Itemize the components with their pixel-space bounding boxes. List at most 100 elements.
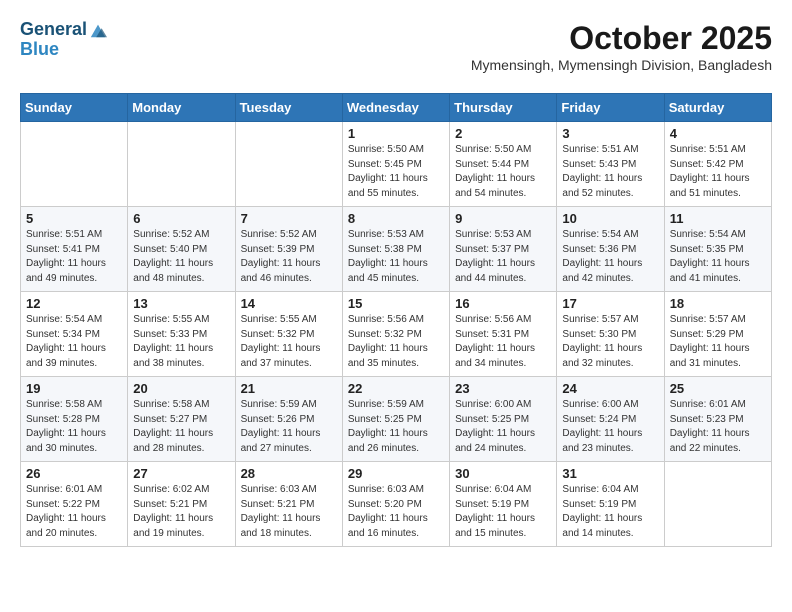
weekday-header-sunday: Sunday: [21, 94, 128, 122]
day-number: 13: [133, 296, 229, 311]
day-info: Sunrise: 6:00 AMSunset: 5:24 PMDaylight:…: [562, 398, 658, 456]
calendar-cell: 18Sunrise: 5:57 AMSunset: 5:29 PMDayligh…: [664, 292, 771, 377]
calendar-cell: 27 Sunrise: 6:02 AMSunset: 5:21 PMDayligh…: [128, 462, 235, 547]
calendar-cell: [21, 122, 128, 207]
day-number: 9: [455, 211, 551, 226]
day-number: 24: [562, 381, 658, 396]
calendar-cell: 10 Sunrise: 5:54 AMSunset: 5:36 PMDayligh…: [557, 207, 664, 292]
day-number: 28: [241, 466, 337, 481]
day-info: Sunrise: 5:56 AMSunset: 5:31 PMDaylight:…: [455, 313, 551, 371]
day-number: 25: [670, 381, 766, 396]
day-number: 26: [26, 466, 122, 481]
calendar-cell: [235, 122, 342, 207]
calendar-cell: 16 Sunrise: 5:56 AMSunset: 5:31 PMDayligh…: [450, 292, 557, 377]
day-info: Sunrise: 5:53 AMSunset: 5:37 PMDaylight:…: [455, 228, 551, 286]
calendar-cell: 12 Sunrise: 5:54 AMSunset: 5:34 PMDayligh…: [21, 292, 128, 377]
logo-general: General: [20, 20, 87, 40]
day-number: 4: [670, 126, 766, 141]
calendar-cell: 1 Sunrise: 5:50 AMSunset: 5:45 PMDaylight…: [342, 122, 449, 207]
day-number: 1: [348, 126, 444, 141]
calendar-cell: 19 Sunrise: 5:58 AMSunset: 5:28 PMDayligh…: [21, 377, 128, 462]
day-number: 12: [26, 296, 122, 311]
day-number: 5: [26, 211, 122, 226]
day-number: 19: [26, 381, 122, 396]
day-info: Sunrise: 6:03 AMSunset: 5:20 PMDaylight:…: [348, 483, 444, 541]
day-info: Sunrise: 5:56 AMSunset: 5:32 PMDaylight:…: [348, 313, 444, 371]
day-number: 8: [348, 211, 444, 226]
calendar-cell: 14Sunrise: 5:55 AMSunset: 5:32 PMDayligh…: [235, 292, 342, 377]
day-info: Sunrise: 5:55 AMSunset: 5:32 PMDaylight:…: [241, 313, 337, 371]
calendar-cell: 4Sunrise: 5:51 AMSunset: 5:42 PMDaylight…: [664, 122, 771, 207]
day-info: Sunrise: 6:01 AMSunset: 5:22 PMDaylight:…: [26, 483, 122, 541]
calendar-cell: 30 Sunrise: 6:04 AMSunset: 5:19 PMDayligh…: [450, 462, 557, 547]
day-number: 20: [133, 381, 229, 396]
calendar-cell: [664, 462, 771, 547]
weekday-header-wednesday: Wednesday: [342, 94, 449, 122]
day-info: Sunrise: 5:54 AMSunset: 5:35 PMDaylight:…: [670, 228, 766, 286]
day-info: Sunrise: 6:02 AMSunset: 5:21 PMDaylight:…: [133, 483, 229, 541]
week-row-2: 5Sunrise: 5:51 AMSunset: 5:41 PMDaylight…: [21, 207, 772, 292]
calendar-table: SundayMondayTuesdayWednesdayThursdayFrid…: [20, 93, 772, 547]
day-info: Sunrise: 5:58 AMSunset: 5:28 PMDaylight:…: [26, 398, 122, 456]
day-info: Sunrise: 5:57 AMSunset: 5:30 PMDaylight:…: [562, 313, 658, 371]
calendar-cell: 28 Sunrise: 6:03 AMSunset: 5:21 PMDayligh…: [235, 462, 342, 547]
day-info: Sunrise: 5:54 AMSunset: 5:36 PMDaylight:…: [562, 228, 658, 286]
calendar-cell: [128, 122, 235, 207]
week-row-4: 19 Sunrise: 5:58 AMSunset: 5:28 PMDayligh…: [21, 377, 772, 462]
calendar-cell: 8 Sunrise: 5:53 AMSunset: 5:38 PMDaylight…: [342, 207, 449, 292]
day-info: Sunrise: 5:52 AMSunset: 5:39 PMDaylight:…: [241, 228, 337, 286]
day-info: Sunrise: 6:04 AMSunset: 5:19 PMDaylight:…: [562, 483, 658, 541]
weekday-header-tuesday: Tuesday: [235, 94, 342, 122]
calendar-subtitle: Mymensingh, Mymensingh Division, Banglad…: [471, 57, 772, 73]
day-number: 17: [562, 296, 658, 311]
day-number: 15: [348, 296, 444, 311]
calendar-cell: 2Sunrise: 5:50 AMSunset: 5:44 PMDaylight…: [450, 122, 557, 207]
day-number: 6: [133, 211, 229, 226]
day-info: Sunrise: 5:55 AMSunset: 5:33 PMDaylight:…: [133, 313, 229, 371]
calendar-cell: 23Sunrise: 6:00 AMSunset: 5:25 PMDayligh…: [450, 377, 557, 462]
calendar-cell: 17 Sunrise: 5:57 AMSunset: 5:30 PMDayligh…: [557, 292, 664, 377]
calendar-cell: 11Sunrise: 5:54 AMSunset: 5:35 PMDayligh…: [664, 207, 771, 292]
day-info: Sunrise: 6:04 AMSunset: 5:19 PMDaylight:…: [455, 483, 551, 541]
day-info: Sunrise: 5:50 AMSunset: 5:45 PMDaylight:…: [348, 143, 444, 201]
day-number: 29: [348, 466, 444, 481]
calendar-cell: 21Sunrise: 5:59 AMSunset: 5:26 PMDayligh…: [235, 377, 342, 462]
calendar-cell: 25 Sunrise: 6:01 AMSunset: 5:23 PMDayligh…: [664, 377, 771, 462]
calendar-cell: 7Sunrise: 5:52 AMSunset: 5:39 PMDaylight…: [235, 207, 342, 292]
day-info: Sunrise: 5:54 AMSunset: 5:34 PMDaylight:…: [26, 313, 122, 371]
calendar-cell: 24 Sunrise: 6:00 AMSunset: 5:24 PMDayligh…: [557, 377, 664, 462]
day-info: Sunrise: 6:01 AMSunset: 5:23 PMDaylight:…: [670, 398, 766, 456]
day-info: Sunrise: 6:03 AMSunset: 5:21 PMDaylight:…: [241, 483, 337, 541]
day-number: 27: [133, 466, 229, 481]
day-info: Sunrise: 5:51 AMSunset: 5:43 PMDaylight:…: [562, 143, 658, 201]
week-row-5: 26 Sunrise: 6:01 AMSunset: 5:22 PMDayligh…: [21, 462, 772, 547]
day-number: 18: [670, 296, 766, 311]
calendar-cell: 6 Sunrise: 5:52 AMSunset: 5:40 PMDaylight…: [128, 207, 235, 292]
day-info: Sunrise: 5:59 AMSunset: 5:26 PMDaylight:…: [241, 398, 337, 456]
day-info: Sunrise: 5:53 AMSunset: 5:38 PMDaylight:…: [348, 228, 444, 286]
logo: General Blue: [20, 20, 107, 60]
day-info: Sunrise: 5:58 AMSunset: 5:27 PMDaylight:…: [133, 398, 229, 456]
weekday-header-thursday: Thursday: [450, 94, 557, 122]
day-number: 3: [562, 126, 658, 141]
day-number: 10: [562, 211, 658, 226]
day-info: Sunrise: 5:52 AMSunset: 5:40 PMDaylight:…: [133, 228, 229, 286]
day-info: Sunrise: 5:59 AMSunset: 5:25 PMDaylight:…: [348, 398, 444, 456]
day-number: 31: [562, 466, 658, 481]
day-number: 16: [455, 296, 551, 311]
day-number: 30: [455, 466, 551, 481]
calendar-cell: 26 Sunrise: 6:01 AMSunset: 5:22 PMDayligh…: [21, 462, 128, 547]
weekday-header-saturday: Saturday: [664, 94, 771, 122]
calendar-cell: 20 Sunrise: 5:58 AMSunset: 5:27 PMDayligh…: [128, 377, 235, 462]
week-row-3: 12 Sunrise: 5:54 AMSunset: 5:34 PMDayligh…: [21, 292, 772, 377]
logo-blue: Blue: [20, 39, 59, 59]
calendar-cell: 29 Sunrise: 6:03 AMSunset: 5:20 PMDayligh…: [342, 462, 449, 547]
calendar-cell: 5Sunrise: 5:51 AMSunset: 5:41 PMDaylight…: [21, 207, 128, 292]
calendar-cell: 31 Sunrise: 6:04 AMSunset: 5:19 PMDayligh…: [557, 462, 664, 547]
weekday-header-monday: Monday: [128, 94, 235, 122]
day-info: Sunrise: 5:50 AMSunset: 5:44 PMDaylight:…: [455, 143, 551, 201]
calendar-cell: 3 Sunrise: 5:51 AMSunset: 5:43 PMDaylight…: [557, 122, 664, 207]
day-number: 22: [348, 381, 444, 396]
logo-icon: [89, 21, 107, 39]
week-row-1: 1 Sunrise: 5:50 AMSunset: 5:45 PMDaylight…: [21, 122, 772, 207]
